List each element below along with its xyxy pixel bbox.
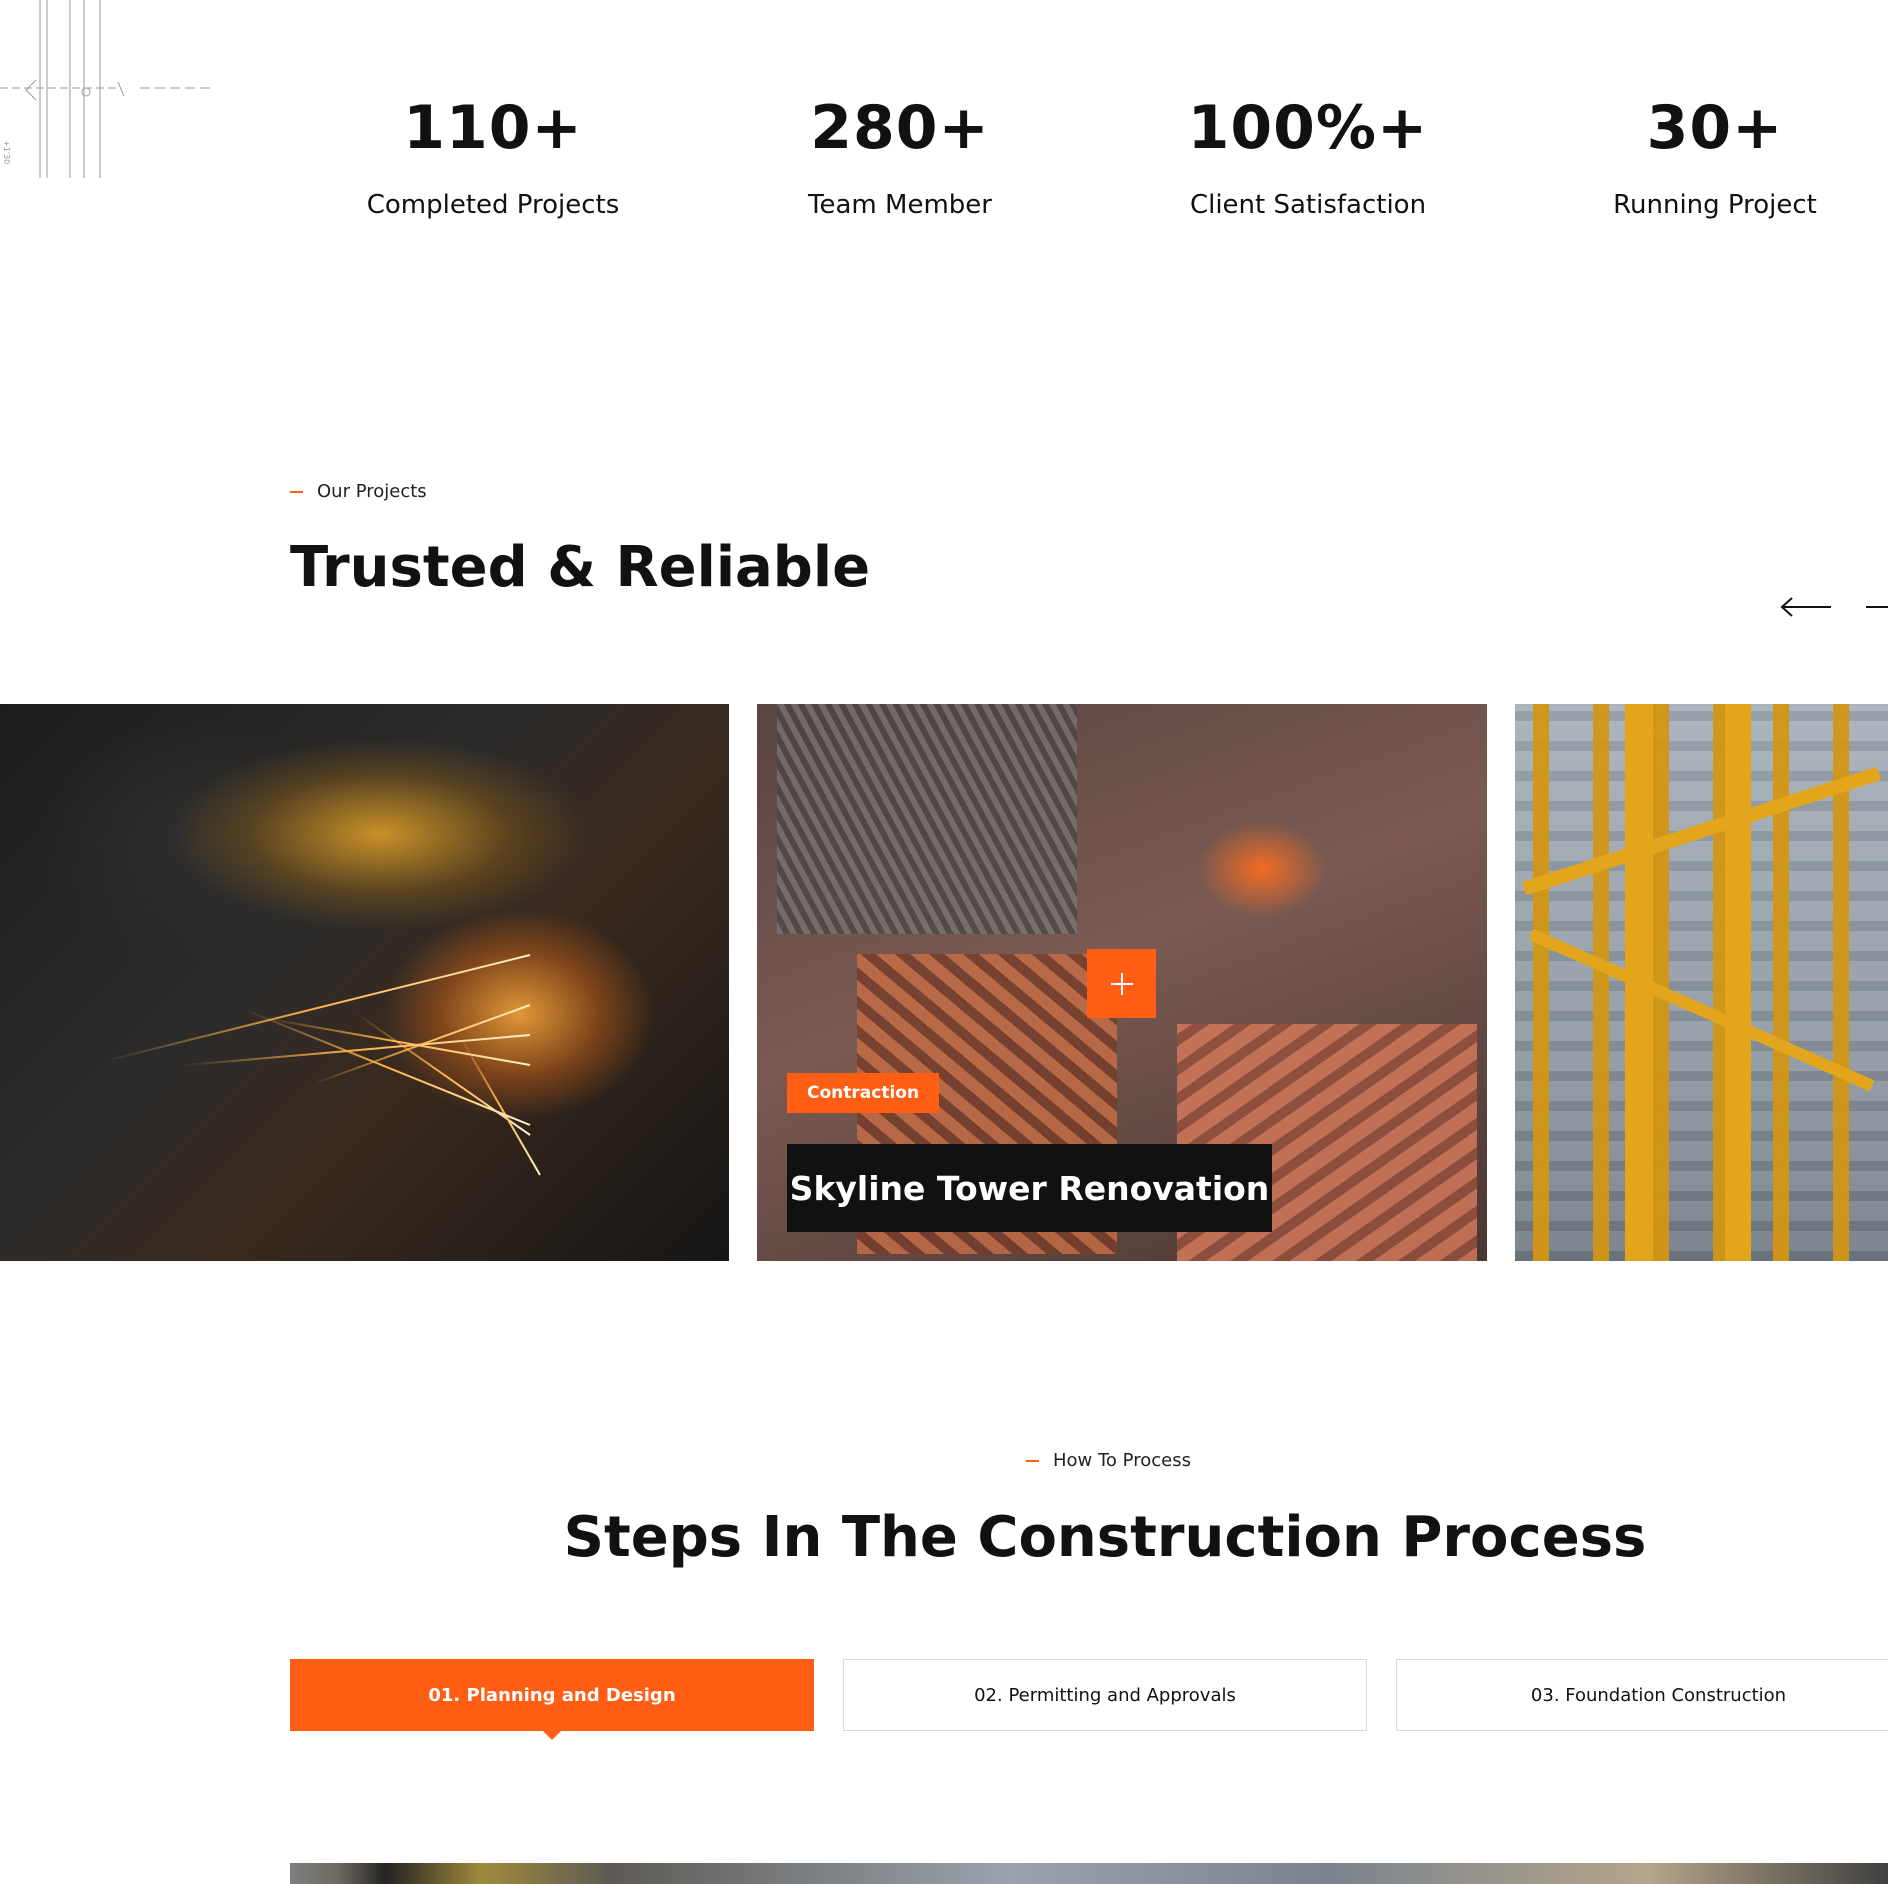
arrow-left-icon (1780, 597, 1831, 617)
tag-dash (1026, 1459, 1039, 1462)
stat-running-project: 30+ Running Project (1535, 90, 1888, 222)
section-tag-process: How To Process (1026, 1450, 1191, 1471)
project-title-link[interactable]: Skyline Tower Renovation (787, 1144, 1272, 1232)
tab-planning-design[interactable]: 01. Planning and Design (290, 1659, 814, 1740)
process-image (290, 1863, 1888, 1884)
stat-value: 110+ (403, 93, 583, 163)
stat-label: Team Member (808, 190, 992, 220)
prev-arrow-button[interactable] (1780, 592, 1832, 622)
blueprint-decoration: +1'30 (0, 0, 215, 178)
project-card-crane[interactable] (1515, 704, 1888, 1261)
stat-team-member: 280+ Team Member (720, 90, 1080, 222)
stat-client-satisfaction: 100%+ Client Satisfaction (1128, 90, 1488, 222)
projects-title: Trusted & Reliable (290, 535, 871, 600)
stat-label: Running Project (1613, 190, 1817, 220)
page: +1'30 110+ Completed Projects 280+ Team … (0, 0, 1888, 1884)
tab-foundation-construction[interactable]: 03. Foundation Construction (1396, 1659, 1888, 1731)
project-card-grinding[interactable] (0, 704, 729, 1261)
stat-value: 280+ (810, 93, 990, 163)
project-category-badge[interactable]: Contraction (787, 1073, 940, 1113)
stat-value: 100%+ (1187, 93, 1429, 163)
section-tag-projects: Our Projects (290, 481, 427, 502)
project-expand-button[interactable] (1087, 949, 1156, 1018)
next-arrow-button[interactable] (1866, 592, 1888, 622)
stat-label: Client Satisfaction (1189, 190, 1427, 220)
tag-label: Our Projects (317, 481, 427, 502)
arrow-right-icon (1866, 606, 1888, 608)
stat-label: Completed Projects (366, 190, 620, 220)
process-title: Steps In The Construction Process (563, 1505, 1647, 1570)
tab-permitting-approvals[interactable]: 02. Permitting and Approvals (843, 1659, 1367, 1731)
stat-completed-projects: 110+ Completed Projects (313, 90, 673, 222)
stat-value: 30+ (1646, 93, 1784, 163)
tag-dash (290, 490, 303, 493)
svg-text:+1'30: +1'30 (2, 140, 11, 164)
plus-icon (1110, 972, 1133, 995)
tag-label: How To Process (1053, 1450, 1191, 1471)
